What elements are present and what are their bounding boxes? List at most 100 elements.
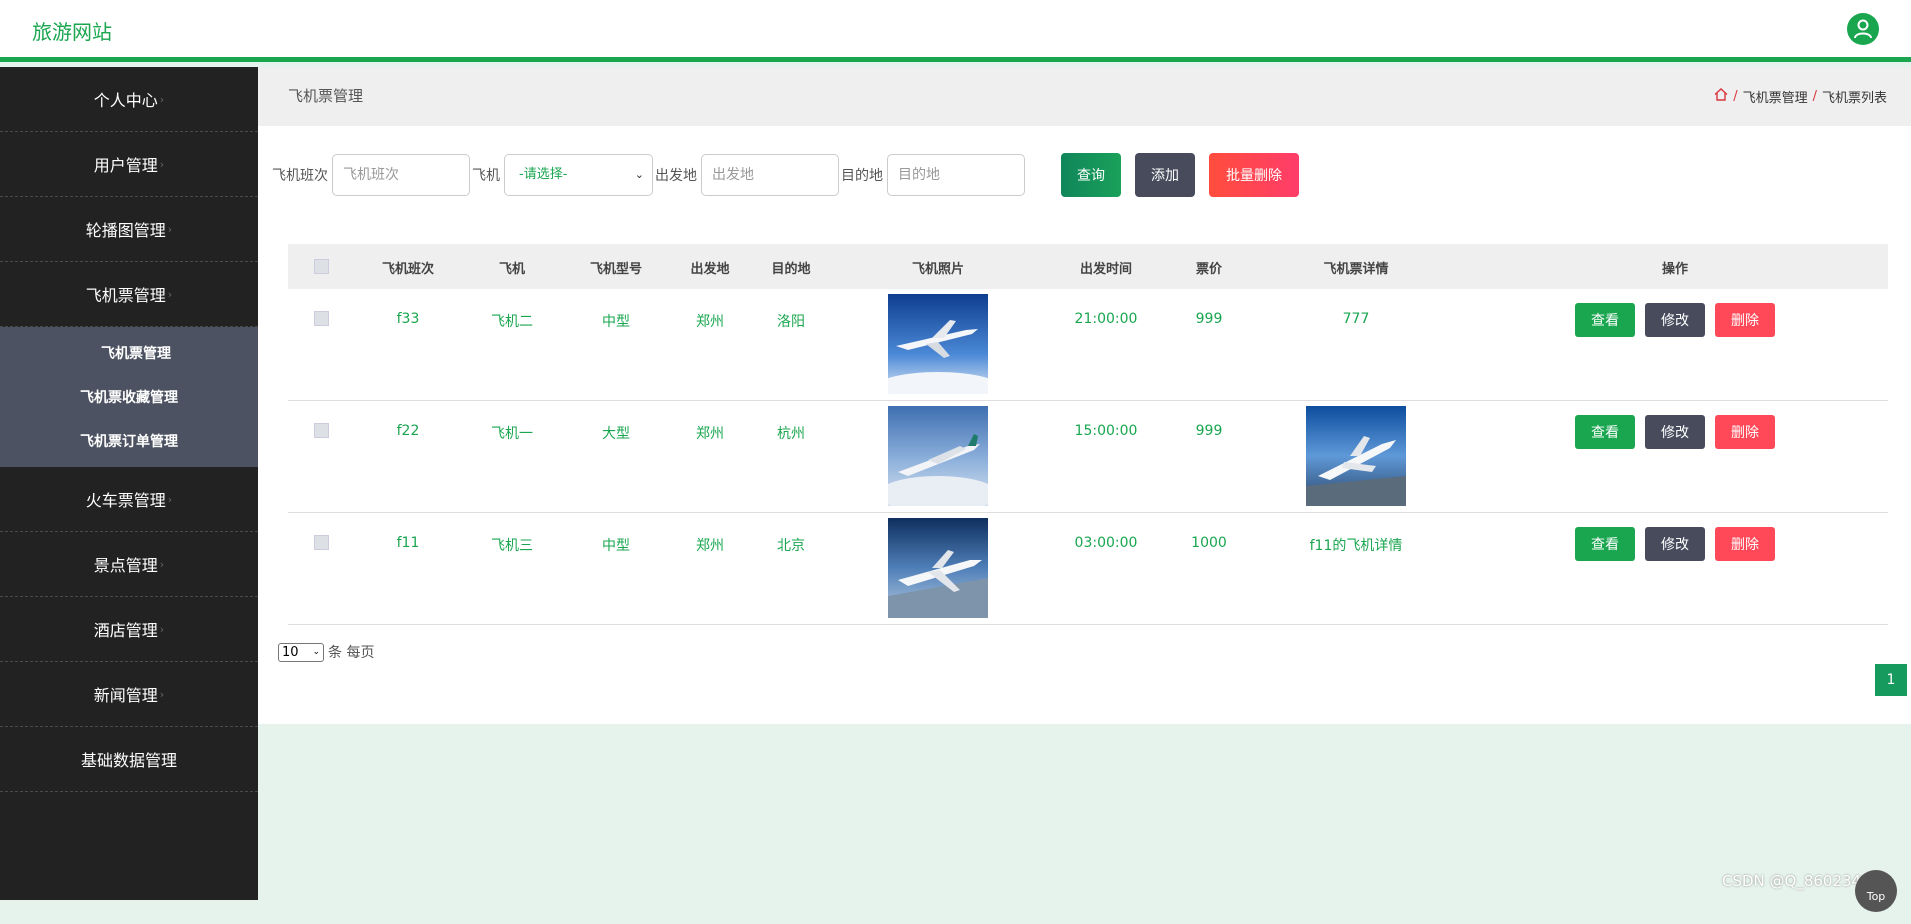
row-checkbox[interactable] (314, 311, 329, 326)
breadcrumb-separator: / (1733, 89, 1738, 104)
cell-detail: f11的飞机详情 (1309, 538, 1403, 554)
sidebar: 个人中心 › 用户管理 › 轮播图管理 › 飞机票管理 › 飞机票管理 飞机票收藏管理 … (0, 67, 258, 900)
cell-flight: f11 (396, 535, 420, 551)
flight-no-input[interactable]: 飞机班次 (332, 154, 470, 196)
cell-price: 999 (1195, 311, 1223, 327)
chevron-down-icon: ⌄ (634, 168, 644, 181)
breadcrumb-bar: 飞机票管理 / 飞机票管理 / 飞机票列表 (258, 67, 1911, 126)
edit-button[interactable]: 修改 (1645, 415, 1705, 449)
query-button[interactable]: 查询 (1061, 153, 1121, 197)
chevron-right-icon: › (167, 492, 173, 506)
breadcrumb-item: 飞机票列表 (1821, 91, 1887, 106)
sidebar-item-train-tickets[interactable]: 火车票管理 › (0, 467, 258, 532)
add-button[interactable]: 添加 (1135, 153, 1195, 197)
destination-label: 目的地 (841, 168, 883, 184)
top-bar: 旅游网站 (0, 0, 1911, 62)
batch-delete-button[interactable]: 批量删除 (1209, 153, 1299, 197)
cell-destination: 洛阳 (777, 314, 805, 330)
view-button[interactable]: 查看 (1575, 527, 1635, 561)
cell-plane: 飞机三 (491, 538, 533, 554)
sidebar-item-users[interactable]: 用户管理 › (0, 132, 258, 197)
edit-button[interactable]: 修改 (1645, 303, 1705, 337)
delete-button[interactable]: 删除 (1715, 527, 1775, 561)
column-header-actions: 操作 (1661, 262, 1689, 277)
page-size-suffix: 条 每页 (328, 645, 375, 661)
view-button[interactable]: 查看 (1575, 415, 1635, 449)
edit-button[interactable]: 修改 (1645, 527, 1705, 561)
cell-destination: 北京 (777, 538, 805, 554)
column-header-destination: 目的地 (771, 262, 811, 277)
site-title[interactable]: 旅游网站 (32, 16, 112, 45)
cell-model: 中型 (602, 314, 630, 330)
column-header-plane: 飞机 (498, 262, 526, 277)
table-row: f33 飞机二 中型 郑州 洛阳 21:00:00 999 777 查看 修改 … (288, 289, 1888, 401)
origin-input[interactable]: 出发地 (701, 154, 839, 196)
airplane-photo (888, 294, 988, 394)
chevron-right-icon: › (159, 557, 165, 571)
column-header-price: 票价 (1195, 262, 1223, 277)
table-row: f11 飞机三 中型 郑州 北京 03:00:00 1000 f11的飞机详情 … (288, 513, 1888, 625)
cell-price: 999 (1195, 423, 1223, 439)
destination-input[interactable]: 目的地 (887, 154, 1025, 196)
cell-origin: 郑州 (696, 314, 724, 330)
breadcrumb-item[interactable]: 飞机票管理 (1743, 87, 1808, 106)
main-panel: 飞机票管理 / 飞机票管理 / 飞机票列表 飞机班次 飞机班次 飞机 -请选择-… (258, 67, 1911, 724)
user-avatar-icon[interactable] (1847, 13, 1879, 45)
chevron-right-icon: › (159, 92, 165, 106)
cell-departure-time: 15:00:00 (1074, 423, 1138, 439)
flight-submenu: 飞机票管理 飞机票收藏管理 飞机票订单管理 (0, 327, 258, 467)
chevron-right-icon: › (167, 222, 173, 236)
cell-origin: 郑州 (696, 538, 724, 554)
table-header: 飞机班次 飞机 飞机型号 出发地 目的地 飞机照片 出发时间 票价 飞机票详情 … (288, 244, 1888, 289)
plane-label: 飞机 (472, 168, 500, 184)
page-number-button[interactable]: 1 (1875, 664, 1907, 696)
breadcrumb-separator: / (1812, 89, 1817, 104)
cell-departure-time: 21:00:00 (1074, 311, 1138, 327)
row-checkbox[interactable] (314, 423, 329, 438)
chevron-right-icon: › (167, 287, 173, 301)
delete-button[interactable]: 删除 (1715, 303, 1775, 337)
sidebar-item-label: 基础数据管理 (80, 751, 177, 770)
chevron-right-icon: › (159, 622, 165, 636)
cell-detail: 777 (1342, 311, 1370, 327)
view-button[interactable]: 查看 (1575, 303, 1635, 337)
sidebar-item-carousel[interactable]: 轮播图管理 › (0, 197, 258, 262)
cell-flight: f33 (396, 311, 420, 327)
sidebar-item-flight-tickets[interactable]: 飞机票管理 › (0, 262, 258, 327)
submenu-item-flight-management[interactable]: 飞机票管理 (0, 331, 258, 375)
page-size-select[interactable]: 10 ⌄ (278, 642, 324, 662)
sidebar-item-label: 用户管理 (93, 156, 158, 175)
delete-button[interactable]: 删除 (1715, 415, 1775, 449)
home-icon[interactable] (1714, 88, 1728, 105)
column-header-origin: 出发地 (690, 262, 730, 277)
search-filters: 飞机班次 飞机班次 飞机 -请选择- ⌄ 出发地 出发地 目的地 目的地 查询 添… (272, 153, 1299, 197)
cell-departure-time: 03:00:00 (1074, 535, 1138, 551)
plane-select[interactable]: -请选择- ⌄ (504, 154, 653, 196)
airplane-photo (888, 406, 988, 506)
row-checkbox[interactable] (314, 535, 329, 550)
sidebar-item-basic-data[interactable]: 基础数据管理 (0, 727, 258, 792)
submenu-item-flight-favorites[interactable]: 飞机票收藏管理 (0, 375, 258, 419)
sidebar-item-label: 火车票管理 (85, 491, 166, 510)
sidebar-item-personal-center[interactable]: 个人中心 › (0, 67, 258, 132)
flight-table: 飞机班次 飞机 飞机型号 出发地 目的地 飞机照片 出发时间 票价 飞机票详情 … (288, 244, 1888, 625)
select-all-checkbox[interactable] (314, 259, 329, 274)
cell-plane: 飞机一 (491, 426, 533, 442)
back-to-top-button[interactable]: Top (1855, 870, 1897, 912)
cell-price: 1000 (1191, 535, 1227, 551)
cell-flight: f22 (396, 423, 420, 439)
cell-model: 大型 (602, 426, 630, 442)
sidebar-item-label: 酒店管理 (93, 621, 158, 640)
sidebar-item-label: 个人中心 (93, 91, 158, 110)
submenu-item-flight-orders[interactable]: 飞机票订单管理 (0, 419, 258, 463)
page-title: 飞机票管理 (288, 87, 364, 105)
sidebar-item-hotels[interactable]: 酒店管理 › (0, 597, 258, 662)
chevron-right-icon: › (159, 157, 165, 171)
chevron-down-icon: ⌄ (312, 646, 320, 657)
flight-no-label: 飞机班次 (272, 168, 328, 184)
breadcrumb: / 飞机票管理 / 飞机票列表 (1714, 87, 1887, 106)
column-header-departure-time: 出发时间 (1079, 262, 1133, 277)
ticket-detail-photo (1306, 406, 1406, 506)
sidebar-item-attractions[interactable]: 景点管理 › (0, 532, 258, 597)
sidebar-item-news[interactable]: 新闻管理 › (0, 662, 258, 727)
